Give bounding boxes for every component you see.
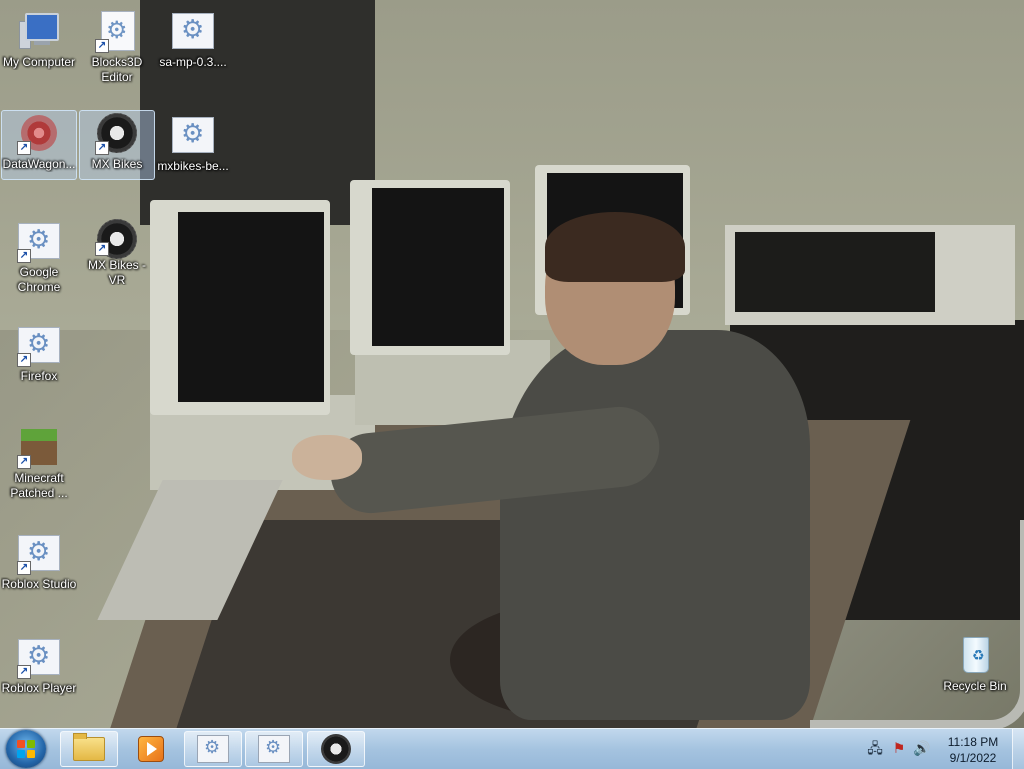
tire-icon — [321, 734, 351, 764]
taskbar-button-windows-explorer[interactable] — [60, 731, 118, 767]
wallpaper-person-body — [500, 330, 810, 720]
application-gear-icon: ↗ — [17, 325, 61, 367]
shortcut-arrow-icon: ↗ — [17, 249, 31, 263]
desktop-icon-roblox-studio[interactable]: ↗ Roblox Studio — [1, 530, 77, 600]
taskbar-button-application-1[interactable] — [184, 731, 242, 767]
application-gear-icon — [258, 735, 290, 763]
desktop-icon-sa-mp[interactable]: sa-mp-0.3.... — [155, 8, 231, 78]
desktop-icon-label: Google Chrome — [17, 265, 61, 294]
windows-logo-icon — [17, 740, 35, 758]
action-center-flag-icon[interactable]: ⚑ — [890, 740, 908, 758]
wallpaper-person-hair — [545, 212, 685, 282]
desktop-icon-datawagon[interactable]: ↗ DataWagon... — [1, 110, 77, 180]
application-gear-icon: ↗ — [95, 11, 139, 53]
recycle-bin-icon: ♻ — [953, 635, 997, 677]
start-button[interactable] — [6, 730, 46, 768]
minecraft-block-icon: ↗ — [17, 427, 61, 469]
application-gear-icon: ↗ — [17, 533, 61, 575]
tire-icon: ↗ — [95, 219, 139, 259]
desktop-icon-my-computer[interactable]: My Computer — [1, 8, 77, 78]
wallpaper-monitor — [350, 180, 510, 355]
desktop-icon-google-chrome[interactable]: ↗ Google Chrome — [1, 218, 77, 302]
folder-icon — [73, 733, 105, 761]
shortcut-arrow-icon: ↗ — [17, 141, 31, 155]
desktop-icon-label: My Computer — [2, 55, 76, 69]
desktop-icon-mx-bikes-vr[interactable]: ↗ MX Bikes - VR — [79, 216, 155, 286]
application-gear-icon: ↗ — [17, 637, 61, 679]
desktop-icon-label: sa-mp-0.3.... — [159, 55, 227, 69]
desktop-icon-label: Firefox — [20, 369, 58, 383]
taskbar-button-media-player[interactable] — [122, 731, 180, 767]
desktop-icon-label: MX Bikes - VR — [87, 258, 146, 285]
wallpaper-monitor — [150, 200, 330, 415]
desktop-icon-recycle-bin[interactable]: ♻ Recycle Bin — [937, 632, 1013, 702]
network-icon[interactable]: 🖧 — [866, 740, 884, 758]
taskbar-button-mx-bikes[interactable] — [307, 731, 365, 767]
clock-time: 11:18 PM — [947, 735, 999, 749]
application-gear-icon — [171, 11, 215, 53]
tire-icon: ↗ — [95, 113, 139, 155]
show-desktop-button[interactable] — [1012, 729, 1024, 769]
desktop-icon-label: Roblox Studio — [1, 577, 77, 591]
desktop-icon-blocks3d-editor[interactable]: ↗ Blocks3D Editor — [79, 8, 155, 92]
shortcut-arrow-icon: ↗ — [95, 242, 109, 257]
taskbar-button-application-2[interactable] — [245, 731, 303, 767]
clock-date: 9/1/2022 — [949, 751, 997, 765]
desktop-icon-label: Minecraft Patched ... — [10, 471, 68, 500]
shortcut-arrow-icon: ↗ — [17, 353, 31, 367]
desktop-icon-label: DataWagon... — [2, 157, 76, 171]
datawagon-icon: ↗ — [17, 113, 61, 155]
desktop-wallpaper — [0, 0, 1024, 728]
wallpaper-person-hand — [292, 435, 362, 480]
shortcut-arrow-icon: ↗ — [17, 665, 31, 679]
desktop-icon-label: Blocks3D Editor — [91, 55, 143, 84]
system-clock[interactable]: 11:18 PM 9/1/2022 — [940, 734, 1006, 766]
application-gear-icon — [171, 115, 215, 157]
shortcut-arrow-icon: ↗ — [95, 39, 109, 53]
shortcut-arrow-icon: ↗ — [17, 561, 31, 575]
media-player-icon — [138, 736, 164, 762]
desktop-icon-label: mxbikes-be... — [157, 159, 229, 173]
computer-icon — [17, 11, 61, 53]
desktop-icon-roblox-player[interactable]: ↗ Roblox Player — [1, 634, 77, 704]
application-gear-icon: ↗ — [17, 221, 61, 263]
taskbar: 🖧 ⚑ 🔊 11:18 PM 9/1/2022 — [0, 728, 1024, 769]
desktop-icon-minecraft-patched[interactable]: ↗ Minecraft Patched ... — [1, 424, 77, 508]
volume-icon[interactable]: 🔊 — [913, 740, 931, 758]
shortcut-arrow-icon: ↗ — [95, 141, 109, 155]
desktop-icon-label: MX Bikes — [91, 157, 143, 171]
desktop-icon-firefox[interactable]: ↗ Firefox — [1, 322, 77, 392]
desktop-icon-mxbikes-be[interactable]: mxbikes-be... — [155, 112, 231, 182]
shortcut-arrow-icon: ↗ — [17, 455, 31, 469]
wallpaper-console-screen — [735, 232, 935, 312]
desktop-icon-label: Recycle Bin — [943, 679, 1007, 693]
desktop-icon-label: Roblox Player — [1, 681, 77, 695]
desktop-icon-mx-bikes[interactable]: ↗ MX Bikes — [79, 110, 155, 180]
application-gear-icon — [197, 735, 229, 763]
